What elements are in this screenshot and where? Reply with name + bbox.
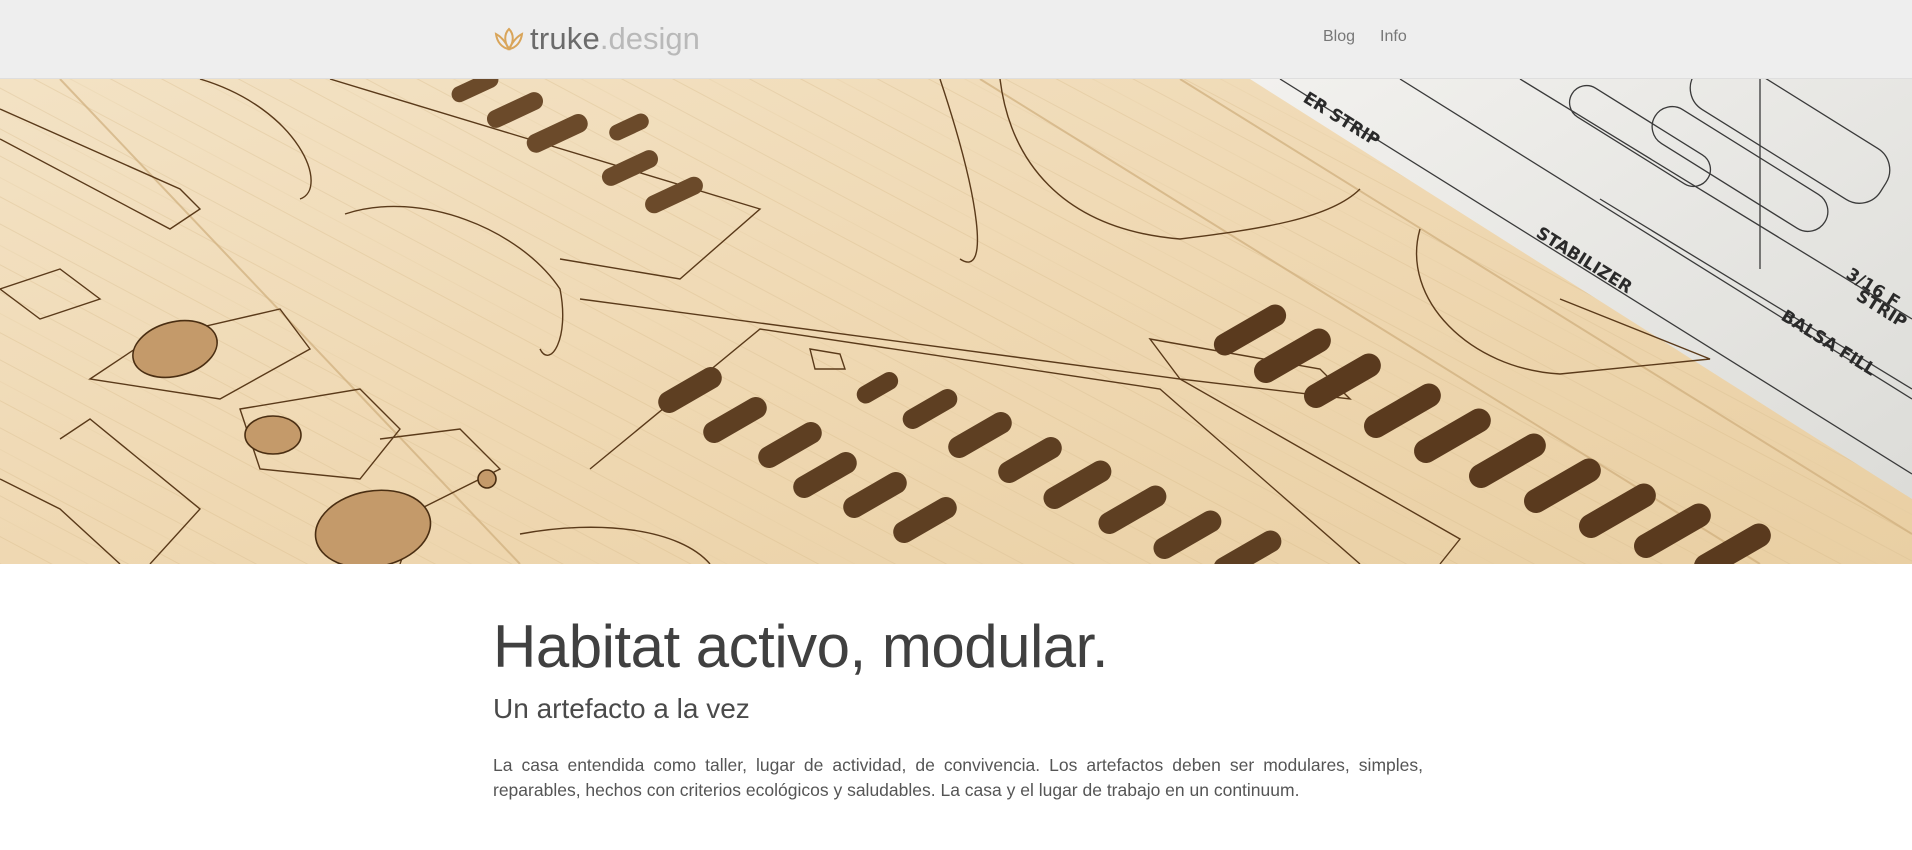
nav-link-info[interactable]: Info — [1380, 28, 1407, 46]
page-headline: Habitat activo, modular. — [493, 613, 1108, 680]
brand-dot: . — [599, 21, 609, 56]
hero-image: ER STRIP STABILIZER 3/16 F STRIP BALSA F… — [0, 79, 1912, 564]
lotus-icon — [494, 27, 524, 51]
brand-name: truke — [530, 21, 600, 56]
main-content: Habitat activo, modular. Un artefacto a … — [493, 605, 1423, 803]
brand-logo-link[interactable]: truke. design — [493, 19, 700, 59]
hero-illustration: ER STRIP STABILIZER 3/16 F STRIP BALSA F… — [0, 79, 1912, 564]
top-navbar: truke. design Blog Info — [0, 0, 1912, 79]
main-nav: Blog Info — [1323, 28, 1432, 46]
intro-paragraph: La casa entendida como taller, lugar de … — [493, 755, 1423, 800]
brand-tld: design — [608, 21, 700, 56]
nav-link-blog[interactable]: Blog — [1323, 28, 1355, 46]
page-subheadline: Un artefacto a la vez — [493, 693, 750, 724]
